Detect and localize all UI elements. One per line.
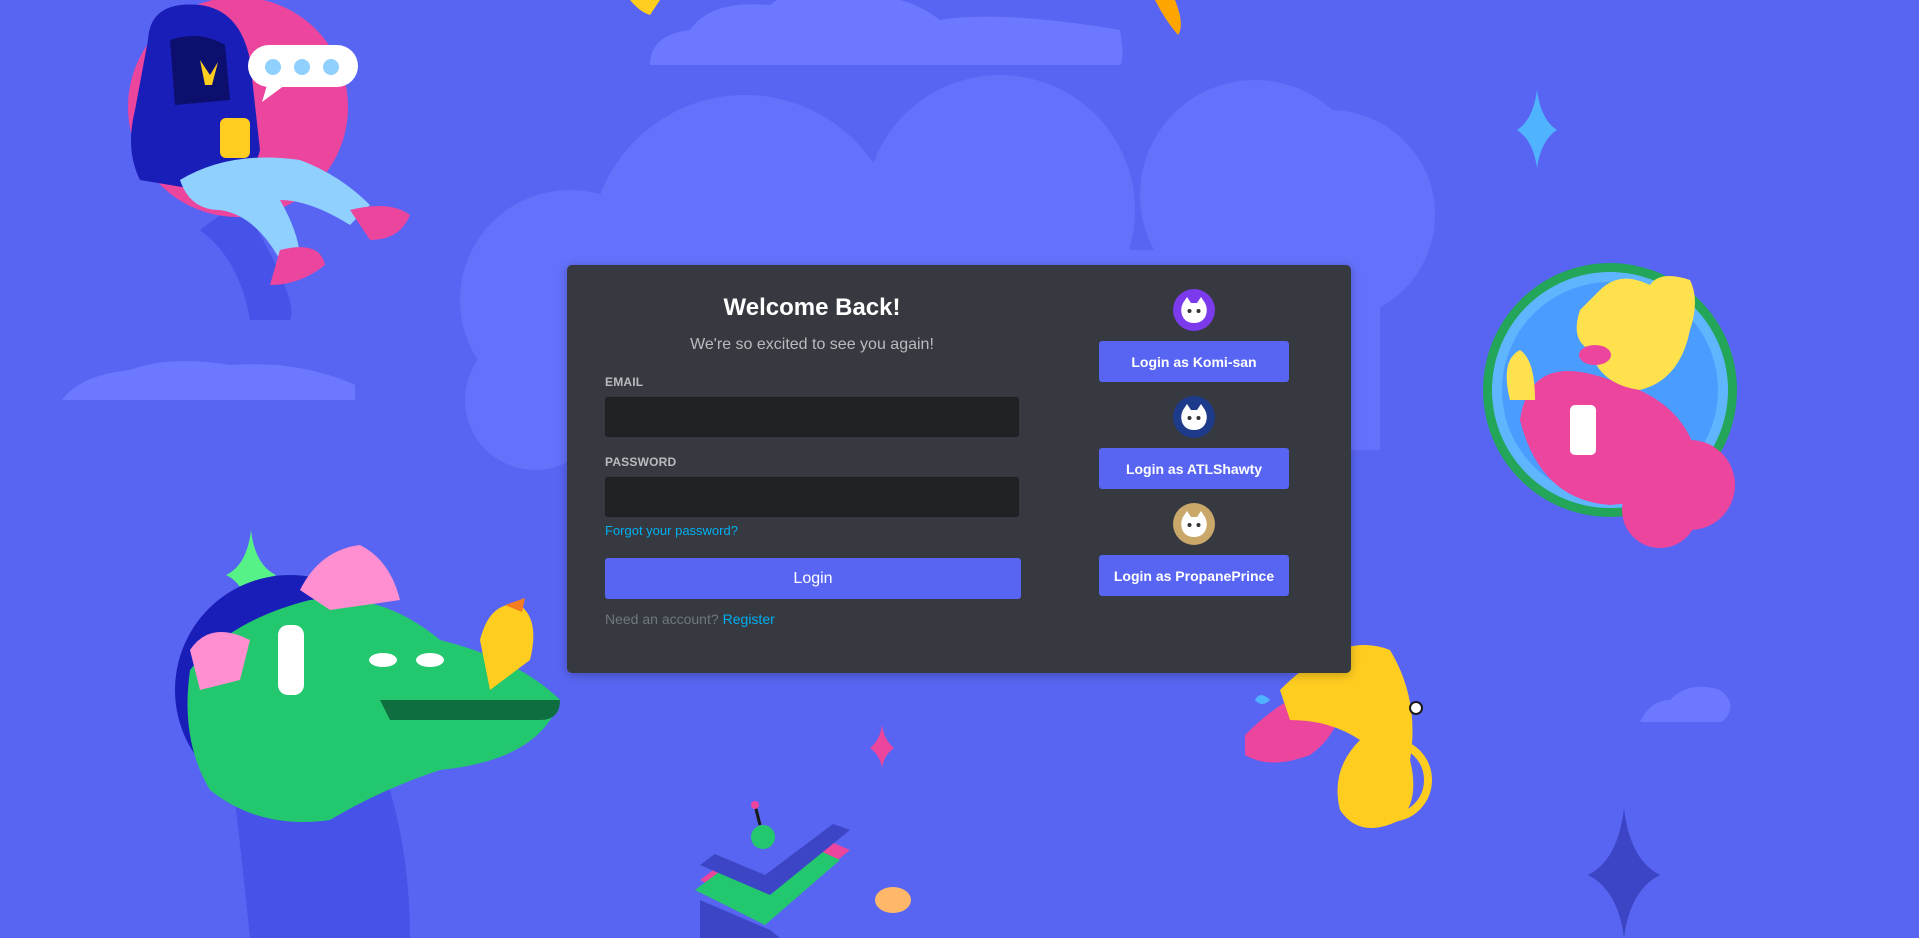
character-hooded-illustration xyxy=(128,0,410,320)
discord-avatar-icon xyxy=(1173,396,1215,438)
login-as-atlshawty-button[interactable]: Login as ATLShawty xyxy=(1099,448,1289,489)
quick-login-item: Login as PropanePrince xyxy=(1098,503,1290,596)
login-form: Welcome Back! We're so excited to see yo… xyxy=(605,293,1021,627)
cloud-right xyxy=(1640,686,1731,722)
sparkle-icon xyxy=(870,725,894,768)
forgot-password-link[interactable]: Forgot your password? xyxy=(605,523,738,538)
decorative-shape xyxy=(1155,0,1181,35)
discord-avatar-icon xyxy=(1173,503,1215,545)
login-as-propaneprince-button[interactable]: Login as PropanePrince xyxy=(1099,555,1289,596)
register-link[interactable]: Register xyxy=(723,611,775,627)
quick-login-item: Login as ATLShawty xyxy=(1098,396,1290,489)
quick-login-list: Login as Komi-san Login as ATLShawty Log… xyxy=(1098,289,1290,610)
password-field[interactable] xyxy=(605,477,1019,517)
discord-avatar-icon xyxy=(1173,289,1215,331)
cloud-left xyxy=(62,361,355,400)
login-as-komi-san-button[interactable]: Login as Komi-san xyxy=(1099,341,1289,382)
login-card: Welcome Back! We're so excited to see yo… xyxy=(567,265,1351,673)
sparkle-icon xyxy=(1517,90,1557,168)
sparkle-icon xyxy=(1588,808,1660,938)
email-label: EMAIL xyxy=(605,375,644,389)
email-field[interactable] xyxy=(605,397,1019,437)
quick-login-item: Login as Komi-san xyxy=(1098,289,1290,382)
register-prompt: Need an account? xyxy=(605,611,719,627)
register-row: Need an account? Register xyxy=(605,611,1019,627)
radio-sandwich-illustration xyxy=(695,790,911,938)
login-button[interactable]: Login xyxy=(605,558,1021,599)
character-yellow-illustration xyxy=(1483,263,1737,548)
decorative-shape xyxy=(630,0,660,15)
page-subtitle: We're so excited to see you again! xyxy=(690,336,934,353)
character-dinosaur-illustration xyxy=(175,545,560,938)
page-title: Welcome Back! xyxy=(723,294,901,321)
cloud-top xyxy=(650,0,1123,65)
password-label: PASSWORD xyxy=(605,455,677,469)
